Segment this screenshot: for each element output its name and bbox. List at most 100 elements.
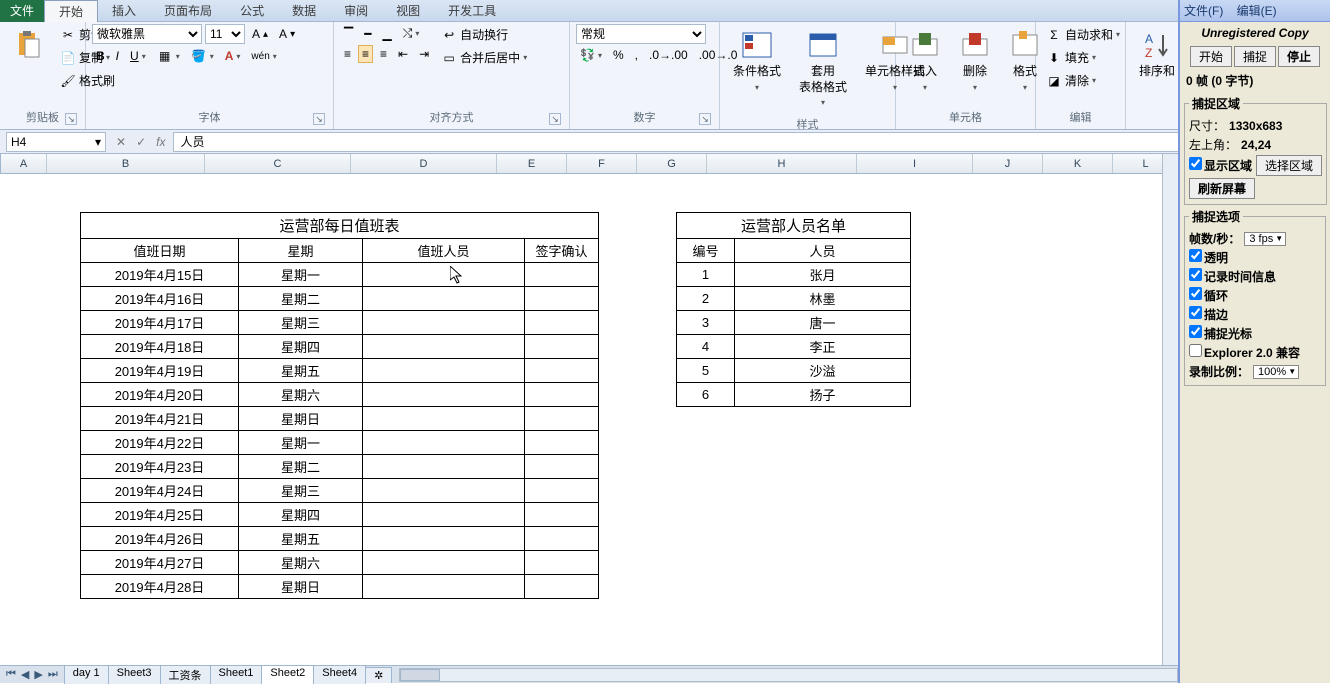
cancel-formula-button[interactable]: ✕ (112, 133, 130, 151)
tab-data[interactable]: 数据 (278, 0, 330, 22)
font-dialog-launcher[interactable]: ↘ (313, 113, 325, 125)
table-cell[interactable] (525, 503, 599, 527)
column-header[interactable]: E (497, 154, 567, 173)
percent-button[interactable]: % (609, 46, 628, 64)
align-center-button[interactable]: ≡ (358, 45, 373, 63)
table-cell[interactable]: 星期日 (239, 575, 363, 599)
table-cell[interactable]: 扬子 (735, 383, 911, 407)
table-cell[interactable]: 林墨 (735, 287, 911, 311)
table-cell[interactable]: 4 (677, 335, 735, 359)
column-header[interactable]: F (567, 154, 637, 173)
tab-review[interactable]: 审阅 (330, 0, 382, 22)
cells-area[interactable]: 运营部每日值班表 值班日期 星期 值班人员 签字确认 2019年4月15日星期一… (0, 174, 1178, 665)
table-cell[interactable]: 沙溢 (735, 359, 911, 383)
align-dialog-launcher[interactable]: ↘ (549, 113, 561, 125)
select-region-button[interactable]: 选择区域 (1256, 155, 1322, 176)
loop-checkbox[interactable]: 循环 (1189, 287, 1228, 304)
sort-filter-button[interactable]: AZ排序和 (1132, 24, 1182, 85)
tab-view[interactable]: 视图 (382, 0, 434, 22)
fill-color-button[interactable]: 🪣▾ (187, 46, 218, 66)
table-cell[interactable]: 2019年4月21日 (81, 407, 239, 431)
sheet-nav-last[interactable]: ⏭ (46, 668, 60, 681)
table-cell[interactable] (363, 335, 525, 359)
column-header[interactable]: G (637, 154, 707, 173)
capture-capture-button[interactable]: 捕捉 (1234, 46, 1276, 67)
align-right-button[interactable]: ≡ (376, 45, 391, 63)
table-cell[interactable]: 2019年4月23日 (81, 455, 239, 479)
table-cell[interactable] (525, 575, 599, 599)
refresh-screen-button[interactable]: 刷新屏幕 (1189, 178, 1255, 199)
tab-home[interactable]: 开始 (44, 0, 98, 22)
delete-cells-button[interactable]: 删除▾ (952, 24, 998, 98)
table-cell[interactable] (363, 527, 525, 551)
vertical-scrollbar[interactable] (1162, 154, 1178, 665)
table-cell[interactable]: 李正 (735, 335, 911, 359)
column-header[interactable]: B (47, 154, 205, 173)
table-cell[interactable]: 唐一 (735, 311, 911, 335)
column-header[interactable]: A (1, 154, 47, 173)
horizontal-scrollbar[interactable] (399, 668, 1178, 682)
number-dialog-launcher[interactable]: ↘ (699, 113, 711, 125)
sheet-tab[interactable]: Sheet1 (210, 665, 263, 684)
sheet-nav-prev[interactable]: ◀ (19, 668, 31, 681)
table-cell[interactable] (525, 335, 599, 359)
table-cell[interactable]: 6 (677, 383, 735, 407)
table-cell[interactable] (525, 263, 599, 287)
cursor-checkbox[interactable]: 捕捉光标 (1189, 325, 1252, 342)
table-cell[interactable] (363, 455, 525, 479)
align-left-button[interactable]: ≡ (340, 45, 355, 63)
table-cell[interactable] (525, 527, 599, 551)
table-format-button[interactable]: 套用 表格格式▾ (792, 24, 854, 114)
align-top-button[interactable]: ▔ (340, 25, 357, 43)
table-cell[interactable]: 星期二 (239, 287, 363, 311)
italic-button[interactable]: I (112, 47, 123, 65)
indent-increase-button[interactable]: ⇥ (415, 45, 433, 63)
phonetic-button[interactable]: wén▾ (247, 49, 280, 64)
column-header[interactable]: H (707, 154, 857, 173)
capture-start-button[interactable]: 开始 (1190, 46, 1232, 67)
table-cell[interactable] (525, 383, 599, 407)
table-cell[interactable]: 星期二 (239, 455, 363, 479)
conditional-format-button[interactable]: 条件格式▾ (726, 24, 788, 98)
table-cell[interactable]: 2019年4月26日 (81, 527, 239, 551)
fill-button[interactable]: ⬇填充▾ (1042, 47, 1124, 68)
show-region-checkbox[interactable]: 显示区域 (1189, 157, 1252, 174)
table-cell[interactable] (525, 479, 599, 503)
table-cell[interactable] (525, 287, 599, 311)
autosum-button[interactable]: Σ自动求和▾ (1042, 24, 1124, 45)
table-cell[interactable] (525, 359, 599, 383)
font-color-button[interactable]: A▾ (221, 47, 245, 65)
table-cell[interactable] (525, 551, 599, 575)
table-cell[interactable] (525, 455, 599, 479)
trace-checkbox[interactable]: 描边 (1189, 306, 1228, 323)
new-sheet-button[interactable]: ✲ (365, 667, 392, 683)
table-cell[interactable]: 2019年4月28日 (81, 575, 239, 599)
formula-input[interactable]: 人员 (173, 132, 1326, 152)
recordtime-checkbox[interactable]: 记录时间信息 (1189, 268, 1276, 285)
table-cell[interactable]: 2019年4月18日 (81, 335, 239, 359)
capture-menu-file[interactable]: 文件(F) (1184, 4, 1223, 18)
table-cell[interactable] (363, 431, 525, 455)
table-cell[interactable]: 星期一 (239, 431, 363, 455)
fx-button[interactable]: fx (152, 133, 169, 151)
font-name-select[interactable]: 微软雅黑 (92, 24, 202, 44)
capture-menu-edit[interactable]: 编辑(E) (1237, 4, 1277, 18)
table-cell[interactable]: 2019年4月19日 (81, 359, 239, 383)
paste-button[interactable] (6, 24, 52, 66)
table-cell[interactable]: 2019年4月20日 (81, 383, 239, 407)
table-cell[interactable] (363, 263, 525, 287)
table-cell[interactable]: 1 (677, 263, 735, 287)
column-header[interactable]: C (205, 154, 351, 173)
underline-button[interactable]: U▾ (126, 47, 150, 65)
insert-cells-button[interactable]: 插入▾ (902, 24, 948, 98)
grow-font-button[interactable]: A▴ (248, 25, 272, 43)
table-cell[interactable]: 2 (677, 287, 735, 311)
enter-formula-button[interactable]: ✓ (132, 133, 150, 151)
column-header[interactable]: K (1043, 154, 1113, 173)
table-cell[interactable] (363, 383, 525, 407)
table-cell[interactable]: 3 (677, 311, 735, 335)
align-bottom-button[interactable]: ▁ (378, 25, 395, 43)
table-cell[interactable] (363, 407, 525, 431)
table-cell[interactable]: 星期三 (239, 311, 363, 335)
table-cell[interactable]: 2019年4月22日 (81, 431, 239, 455)
